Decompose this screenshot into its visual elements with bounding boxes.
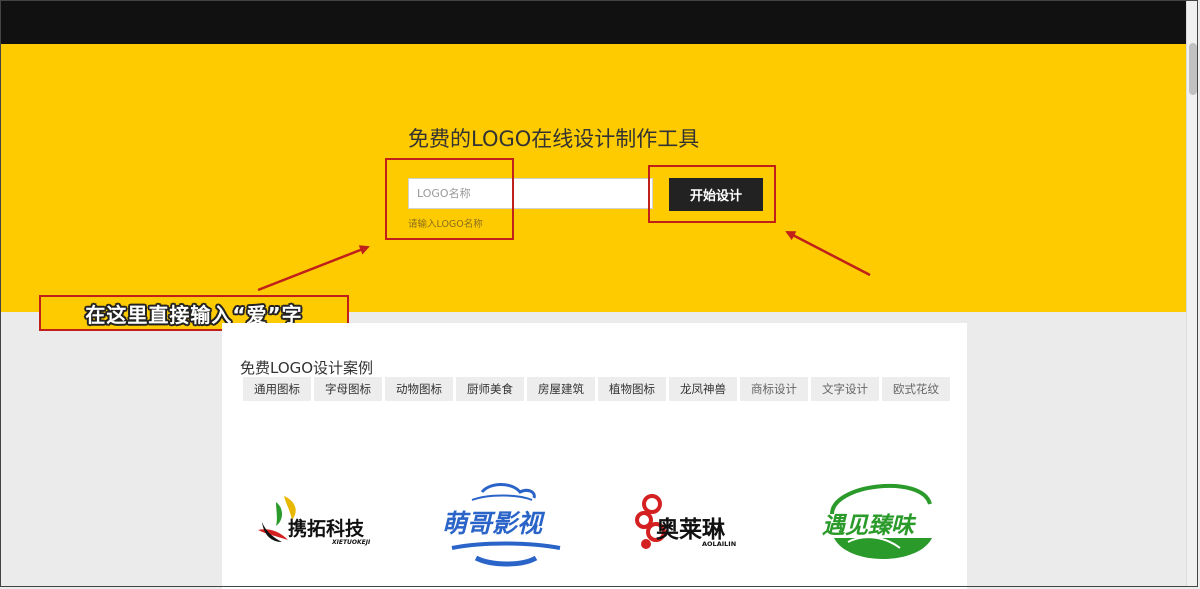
logo-name: 遇见臻味: [822, 513, 914, 539]
vertical-scrollbar[interactable]: [1186, 1, 1199, 587]
tab-european-pattern[interactable]: 欧式花纹: [882, 377, 950, 401]
tab-house-building[interactable]: 房屋建筑: [527, 377, 595, 401]
logo-subtitle: XIETUOKEJI: [332, 539, 371, 546]
tab-general-icons[interactable]: 通用图标: [243, 377, 311, 401]
tab-letter-icons[interactable]: 字母图标: [314, 377, 382, 401]
tab-dragon-phoenix[interactable]: 龙凤神兽: [669, 377, 737, 401]
logo-card[interactable]: 奥莱琳 AOLAILIN: [632, 470, 782, 580]
button-highlight-box: [648, 165, 776, 223]
scrollbar-thumb[interactable]: [1189, 43, 1197, 95]
tab-plant-icons[interactable]: 植物图标: [598, 377, 666, 401]
category-tabs: 通用图标 字母图标 动物图标 厨师美食 房屋建筑 植物图标 龙凤神兽 商标设计 …: [243, 377, 950, 401]
logo-name: 奥莱琳: [656, 517, 725, 543]
tab-chef-food[interactable]: 厨师美食: [456, 377, 524, 401]
top-navigation-bar: [1, 1, 1186, 44]
logo-card[interactable]: 遇见臻味: [818, 470, 968, 580]
cases-title: 免费LOGO设计案例: [240, 359, 374, 377]
logo-name: 携拓科技: [288, 518, 365, 540]
logo-subtitle: AOLAILIN: [702, 540, 737, 548]
tab-animal-icons[interactable]: 动物图标: [385, 377, 453, 401]
tab-trademark-design[interactable]: 商标设计: [740, 377, 808, 401]
logo-card[interactable]: 携拓科技 XIETUOKEJI: [248, 470, 398, 580]
tab-text-design[interactable]: 文字设计: [811, 377, 879, 401]
logo-card[interactable]: 萌哥影视: [432, 470, 582, 580]
logo-name: 萌哥影视: [442, 509, 543, 538]
input-highlight-box: [385, 158, 514, 240]
hero-title: 免费的LOGO在线设计制作工具: [408, 127, 700, 151]
